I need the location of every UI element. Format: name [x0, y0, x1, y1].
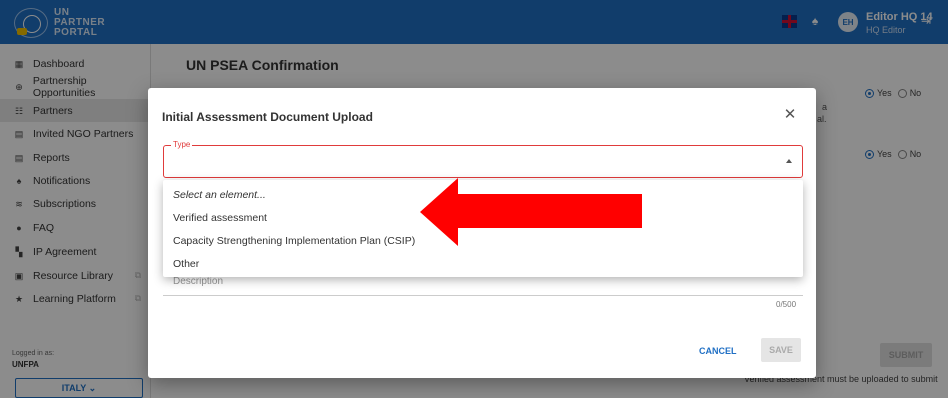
menu-item-other[interactable]: Other — [163, 252, 803, 275]
type-field-label: Type — [171, 140, 193, 149]
close-icon[interactable]: ✕ — [782, 107, 798, 123]
caret-up-icon[interactable] — [786, 159, 792, 163]
annotation-arrow-icon — [420, 178, 642, 246]
cancel-button[interactable]: CANCEL — [699, 342, 737, 360]
description-placeholder: Description — [173, 276, 224, 287]
type-select[interactable]: Type — [163, 140, 803, 178]
character-counter: 0/500 — [776, 300, 797, 309]
save-button[interactable]: SAVE — [761, 338, 801, 362]
dialog-title: Initial Assessment Document Upload — [162, 110, 373, 124]
